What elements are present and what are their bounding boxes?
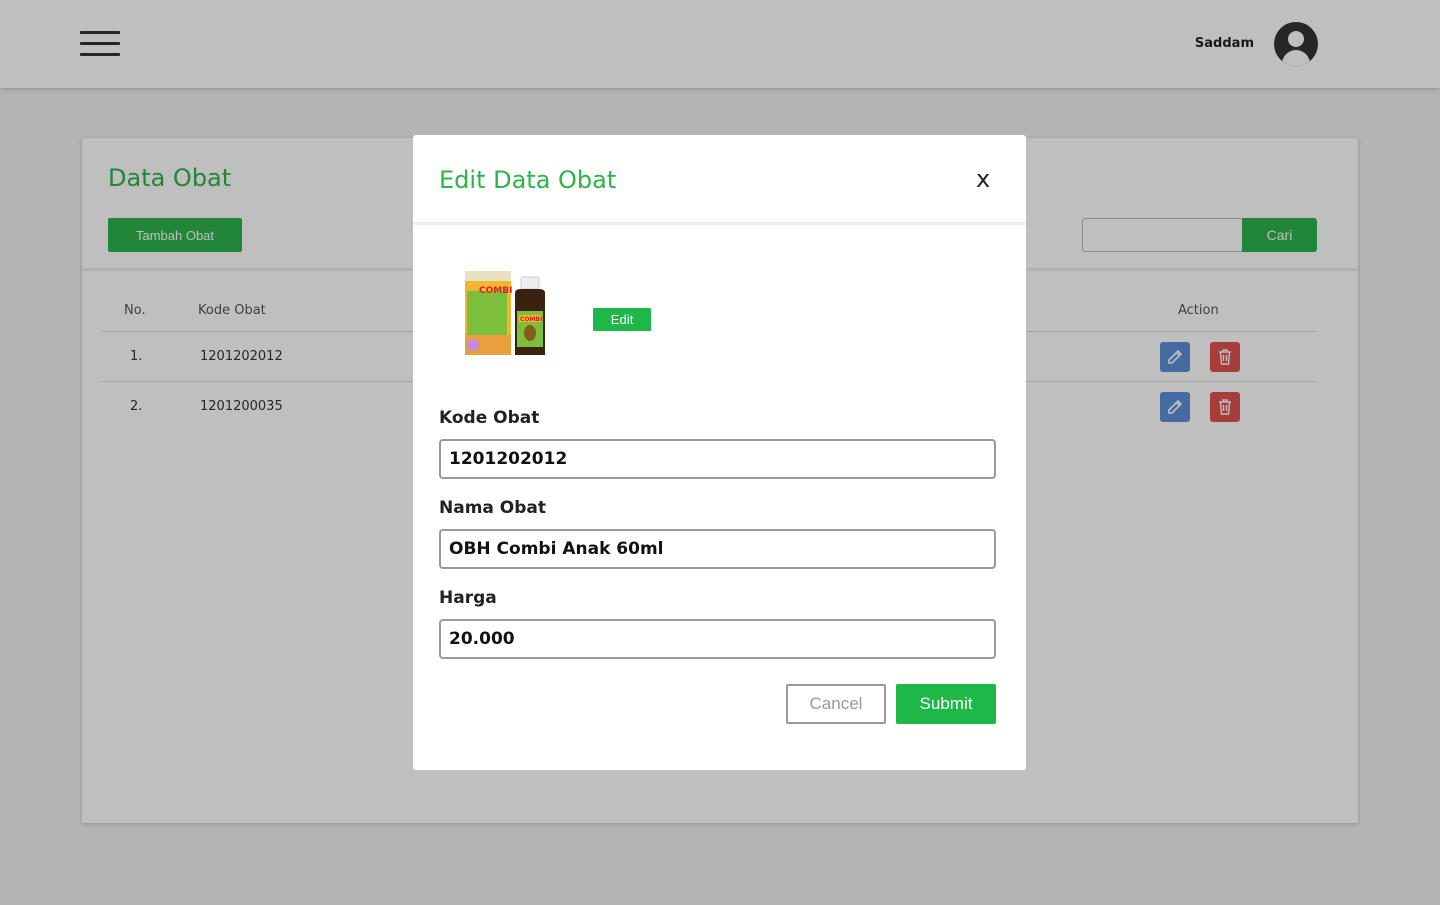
close-icon[interactable]: x	[976, 167, 990, 191]
nama-obat-label: Nama Obat	[439, 498, 547, 518]
kode-obat-field[interactable]	[439, 439, 996, 479]
svg-text:COMBI: COMBI	[520, 316, 542, 323]
harga-label: Harga	[439, 588, 497, 608]
nama-obat-field[interactable]	[439, 529, 996, 569]
product-brand-text: COMBI	[479, 286, 512, 296]
product-image: COMBI COMBI	[465, 271, 545, 355]
harga-field[interactable]	[439, 619, 996, 659]
edit-obat-modal: Edit Data Obat x COMBI COMBI Edit Kode O…	[413, 135, 1026, 770]
kode-obat-label: Kode Obat	[439, 408, 540, 428]
modal-divider	[413, 222, 1026, 225]
cancel-button[interactable]: Cancel	[786, 684, 886, 724]
submit-button[interactable]: Submit	[896, 684, 996, 724]
edit-image-button[interactable]: Edit	[593, 308, 651, 331]
modal-title: Edit Data Obat	[439, 166, 617, 194]
